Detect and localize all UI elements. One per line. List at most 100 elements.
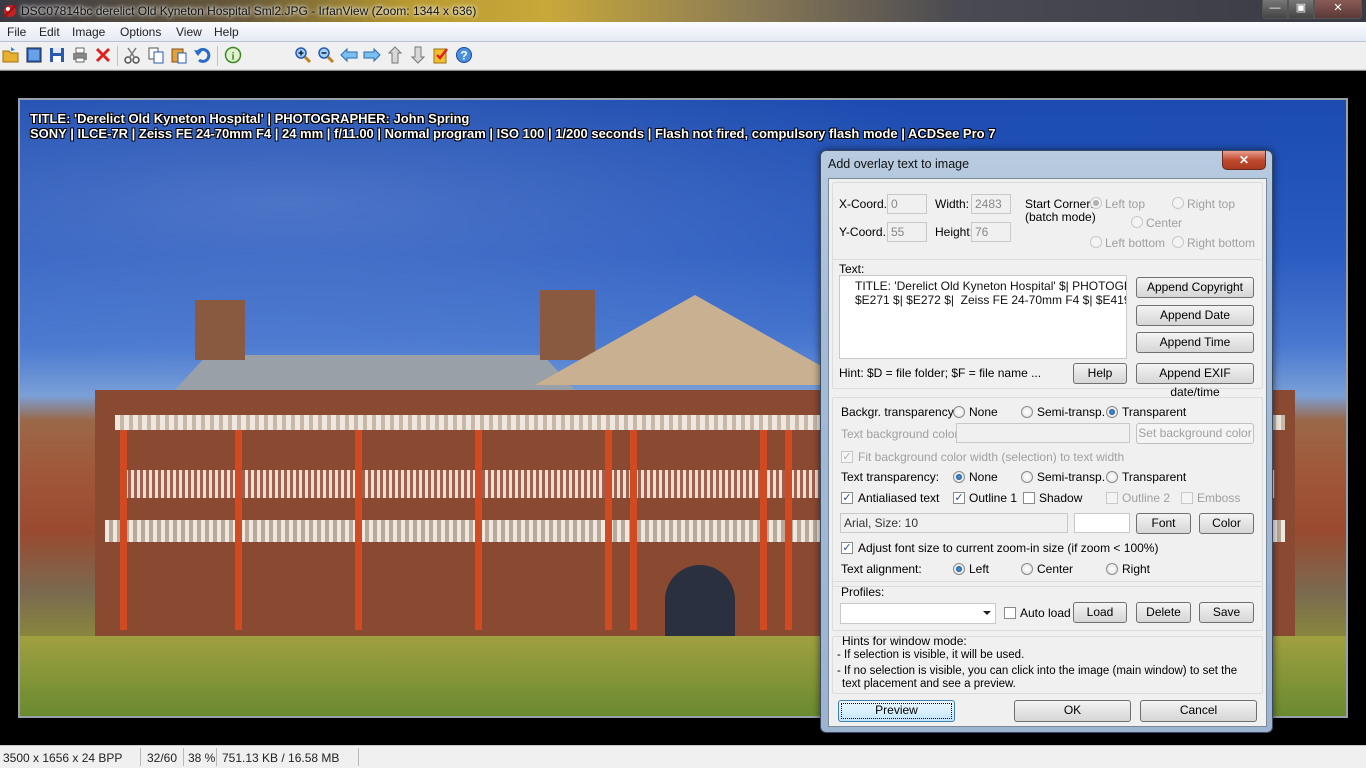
menu-options[interactable]: Options xyxy=(120,25,161,39)
last-image-icon[interactable] xyxy=(409,46,427,64)
previous-arrow-icon[interactable] xyxy=(340,46,358,64)
pillar xyxy=(355,430,362,630)
text-label: Text: xyxy=(839,262,865,276)
x-coord-label: X-Coord.: xyxy=(839,197,891,211)
dialog-title: Add overlay text to image xyxy=(828,157,970,171)
open-folder-icon[interactable] xyxy=(2,46,20,64)
bg-transparent-radio[interactable] xyxy=(1106,406,1118,418)
cut-icon[interactable] xyxy=(123,46,141,64)
next-arrow-icon[interactable] xyxy=(363,46,381,64)
delete-profile-button[interactable]: Delete xyxy=(1136,602,1191,623)
text-alignment-label: Text alignment: xyxy=(841,562,922,576)
fit-bg-checkbox[interactable]: ✓ xyxy=(841,451,853,463)
height-label: Height: xyxy=(935,225,974,239)
help-icon[interactable]: ? xyxy=(455,46,473,64)
zoom-in-icon[interactable] xyxy=(294,46,312,64)
close-window-button[interactable]: ✕ xyxy=(1314,0,1362,19)
corner-left-bottom-radio[interactable] xyxy=(1090,236,1102,248)
corner-left-top-radio[interactable] xyxy=(1090,197,1102,209)
align-left-radio[interactable] xyxy=(953,563,965,575)
text-transparent-radio[interactable] xyxy=(1106,471,1118,483)
font-button[interactable]: Font xyxy=(1136,513,1191,534)
color-button[interactable]: Color xyxy=(1199,513,1254,534)
cancel-button[interactable]: Cancel xyxy=(1140,700,1257,722)
svg-text:?: ? xyxy=(460,49,467,63)
chevron-down-icon xyxy=(983,611,991,615)
pillar xyxy=(785,430,792,630)
roof xyxy=(175,355,575,390)
set-background-color-button[interactable]: Set background color xyxy=(1136,423,1254,444)
align-right-radio[interactable] xyxy=(1106,563,1118,575)
toolbar-separator xyxy=(217,46,218,66)
width-field[interactable]: 2483 xyxy=(971,194,1011,214)
outline2-checkbox[interactable] xyxy=(1106,492,1118,504)
append-copyright-button[interactable]: Append Copyright xyxy=(1136,277,1254,298)
menu-file[interactable]: File xyxy=(7,25,26,39)
undo-icon[interactable] xyxy=(193,46,211,64)
menu-image[interactable]: Image xyxy=(72,25,105,39)
y-coord-field[interactable]: 55 xyxy=(887,222,927,242)
adjust-font-size-label: Adjust font size to current zoom-in size… xyxy=(858,541,1159,555)
pillar xyxy=(235,430,242,630)
append-time-button[interactable]: Append Time xyxy=(1136,332,1254,353)
maximize-button[interactable]: ▣ xyxy=(1288,0,1314,19)
preview-button[interactable]: Preview xyxy=(838,700,955,722)
chimney xyxy=(195,300,245,360)
zoom-out-icon[interactable] xyxy=(317,46,335,64)
antialiased-checkbox[interactable]: ✓ xyxy=(841,492,853,504)
corner-right-top-radio[interactable] xyxy=(1172,197,1184,209)
menu-edit[interactable]: Edit xyxy=(39,25,60,39)
outline2-label: Outline 2 xyxy=(1122,491,1171,505)
emboss-checkbox[interactable] xyxy=(1181,492,1193,504)
text-transparency-label: Text transparency: xyxy=(841,470,940,484)
overlay-text-input[interactable]: TITLE: 'Derelict Old Kyneton Hospital' $… xyxy=(839,275,1127,359)
first-image-icon[interactable] xyxy=(386,46,404,64)
corner-right-bottom-radio[interactable] xyxy=(1172,236,1184,248)
properties-checklist-icon[interactable] xyxy=(432,46,450,64)
toolbar: i 38.4 ? xyxy=(0,42,1366,108)
load-profile-button[interactable]: Load xyxy=(1073,602,1127,623)
save-profile-button[interactable]: Save xyxy=(1199,602,1254,623)
copy-icon[interactable] xyxy=(147,46,165,64)
outline1-checkbox[interactable]: ✓ xyxy=(953,492,965,504)
print-icon[interactable] xyxy=(71,46,89,64)
minimize-button[interactable]: — xyxy=(1262,0,1288,19)
corner-center-radio[interactable] xyxy=(1131,216,1143,228)
auto-load-checkbox[interactable] xyxy=(1004,607,1016,619)
text-semi-transparent-label: Semi-transp. xyxy=(1037,470,1106,484)
delete-icon[interactable] xyxy=(94,46,112,64)
pillar xyxy=(475,430,482,630)
height-field[interactable]: 76 xyxy=(971,222,1011,242)
align-center-label: Center xyxy=(1037,562,1074,576)
help-button[interactable]: Help xyxy=(1073,363,1127,384)
profile-select[interactable] xyxy=(840,603,996,624)
bg-none-radio[interactable] xyxy=(953,406,965,418)
save-icon[interactable] xyxy=(48,46,66,64)
adjust-font-size-checkbox[interactable]: ✓ xyxy=(841,542,853,554)
info-icon[interactable]: i xyxy=(224,46,242,64)
shadow-label: Shadow xyxy=(1039,491,1083,505)
menu-help[interactable]: Help xyxy=(214,25,239,39)
x-coord-field[interactable]: 0 xyxy=(887,194,927,214)
paste-icon[interactable] xyxy=(170,46,188,64)
align-center-radio[interactable] xyxy=(1021,563,1033,575)
bg-semi-transparent-radio[interactable] xyxy=(1021,406,1033,418)
append-exif-datetime-button[interactable]: Append EXIF date/time xyxy=(1136,363,1254,399)
pillar xyxy=(630,430,637,630)
append-date-button[interactable]: Append Date xyxy=(1136,305,1254,326)
menu-view[interactable]: View xyxy=(176,25,202,39)
shadow-checkbox[interactable] xyxy=(1023,492,1035,504)
text-bg-color-field xyxy=(956,423,1130,443)
chimney xyxy=(540,290,595,360)
ok-button[interactable]: OK xyxy=(1014,700,1131,722)
hint-text: Hint: $D = file folder; $F = file name .… xyxy=(839,366,1042,380)
toolbar-separator xyxy=(117,46,118,66)
text-semi-transparent-radio[interactable] xyxy=(1021,471,1033,483)
slideshow-icon[interactable] xyxy=(25,46,43,64)
status-index: 32/60 xyxy=(147,751,178,765)
pillar xyxy=(760,430,767,630)
text-none-radio[interactable] xyxy=(953,471,965,483)
corner-left-bottom-label: Left bottom xyxy=(1105,236,1166,250)
add-overlay-text-dialog: Add overlay text to image ✕ X-Coord.: 0 … xyxy=(820,150,1273,733)
dialog-close-button[interactable]: ✕ xyxy=(1222,151,1266,170)
